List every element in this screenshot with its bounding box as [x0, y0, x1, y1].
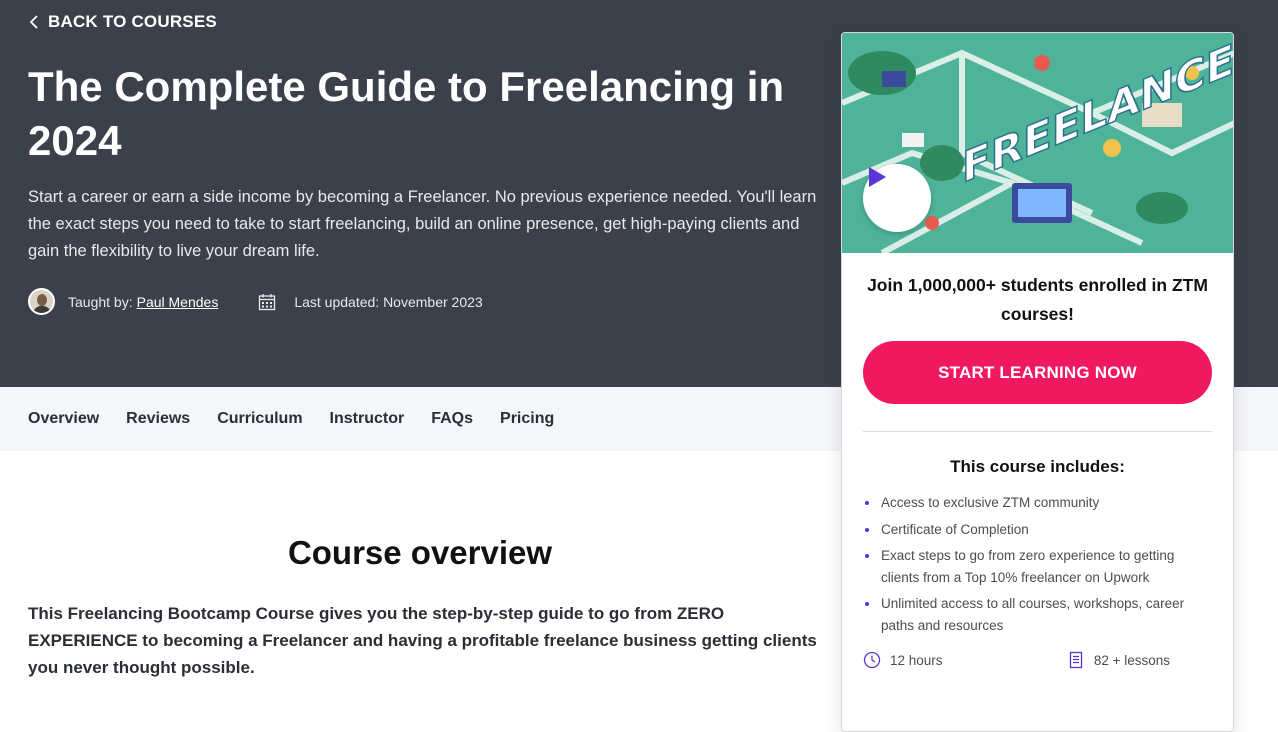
- lessons-stat: 82 + lessons: [1067, 651, 1170, 669]
- nav-reviews[interactable]: Reviews: [126, 410, 190, 428]
- includes-item: Exact steps to go from zero experience t…: [863, 545, 1212, 588]
- includes-heading: This course includes:: [950, 457, 1125, 476]
- play-video-button[interactable]: [863, 164, 931, 232]
- taught-by-label: Taught by:: [68, 293, 133, 310]
- nav-faqs[interactable]: FAQs: [431, 410, 473, 428]
- lessons-text: 82 + lessons: [1093, 652, 1170, 668]
- duration-stat: 12 hours: [863, 651, 943, 669]
- card-divider: [863, 431, 1212, 432]
- overview-heading: Course overview: [287, 534, 553, 571]
- clock-icon: [863, 651, 881, 669]
- instructor-link[interactable]: Paul Mendes: [137, 294, 219, 310]
- document-icon: [1069, 651, 1082, 669]
- includes-item: Access to exclusive ZTM community: [863, 492, 1212, 514]
- includes-list: Access to exclusive ZTM community Certif…: [863, 492, 1212, 641]
- nav-overview[interactable]: Overview: [28, 410, 99, 428]
- start-learning-button[interactable]: START LEARNING NOW: [863, 341, 1212, 404]
- nav-pricing[interactable]: Pricing: [500, 410, 554, 428]
- includes-item: Unlimited access to all courses, worksho…: [863, 593, 1212, 636]
- course-title: The Complete Guide to Freelancing in 202…: [28, 63, 785, 164]
- course-subtitle: Start a career or earn a side income by …: [28, 188, 817, 260]
- last-updated-text: Last updated: November 2023: [294, 293, 483, 310]
- nav-instructor[interactable]: Instructor: [330, 410, 405, 428]
- back-to-courses-link[interactable]: BACK TO COURSES: [28, 12, 217, 32]
- calendar-icon: [259, 293, 276, 310]
- back-link-label: BACK TO COURSES: [48, 12, 217, 31]
- nav-curriculum[interactable]: Curriculum: [217, 410, 302, 428]
- course-thumbnail[interactable]: FREELANCE: [842, 33, 1233, 253]
- play-icon: [869, 167, 886, 187]
- enroll-card: FREELANCE Join 1,000,000+ students enrol…: [841, 32, 1234, 732]
- chevron-left-icon: [29, 15, 38, 29]
- enroll-count-text: Join 1,000,000+ students enrolled in ZTM…: [867, 275, 1208, 324]
- overview-text: This Freelancing Bootcamp Course gives y…: [28, 604, 817, 677]
- instructor-avatar: [28, 288, 55, 315]
- course-stats: 12 hours 82 + lessons: [863, 651, 1212, 669]
- course-meta: Taught by: Paul Mendes Last updated: Nov…: [28, 288, 483, 315]
- includes-item: Certificate of Completion: [863, 519, 1212, 541]
- duration-text: 12 hours: [890, 652, 943, 668]
